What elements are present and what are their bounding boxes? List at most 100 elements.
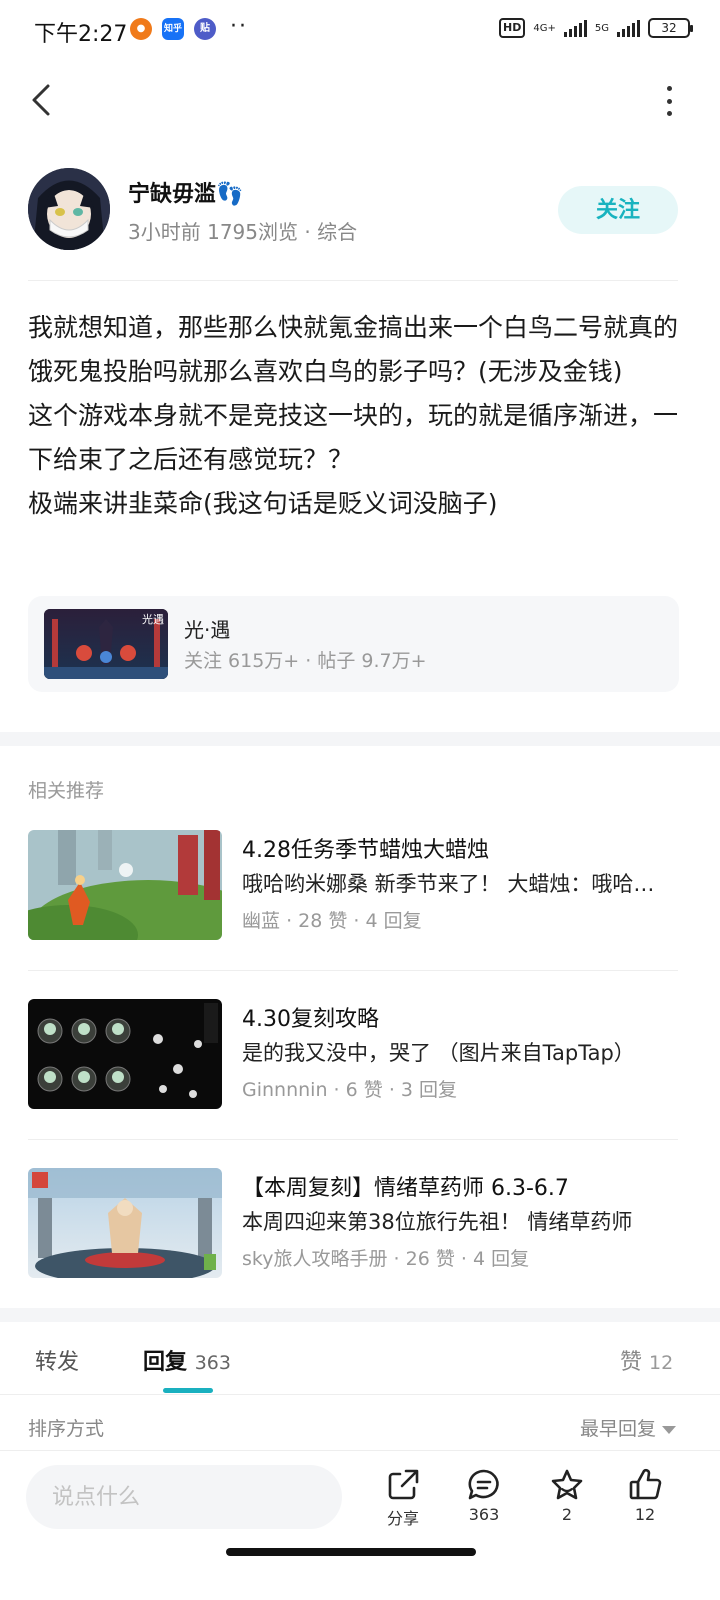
related-thumbnail xyxy=(28,999,222,1109)
share-button[interactable]: 分享 xyxy=(368,1467,438,1529)
forum-name: 光·遇 xyxy=(184,618,231,642)
network-label-2: 5G xyxy=(594,22,609,34)
related-thumbnail xyxy=(28,830,222,940)
tab-forward[interactable]: 转发 xyxy=(35,1344,79,1376)
related-item-summary: 是的我又没中，哭了 （图片来自TapTap） xyxy=(242,1041,635,1065)
like-count: 12 xyxy=(634,1505,656,1524)
favorite-count: 2 xyxy=(561,1505,573,1524)
section-separator xyxy=(0,1308,720,1322)
related-item-title: 【本周复刻】情绪草药师 6.3-6.7 xyxy=(242,1176,569,1201)
tab-reply-count: 363 xyxy=(194,1352,231,1374)
tab-reply[interactable]: 回复 363 xyxy=(143,1344,231,1376)
tieba-app-icon: 贴 xyxy=(194,18,216,40)
meta-separator: · xyxy=(388,1079,401,1101)
related-item-replies: 4 回复 xyxy=(472,1248,530,1270)
more-icon[interactable] xyxy=(662,86,676,116)
divider xyxy=(28,1139,678,1140)
favorite-button[interactable]: 2 xyxy=(532,1467,602,1524)
forum-posts: 帖子 9.7万+ xyxy=(317,650,427,672)
sort-label: 排序方式 xyxy=(28,1418,105,1440)
related-item-summary: 哦哈哟米娜桑 新季节来了！ 大蜡烛：哦哈哟米娜桑 新季节来了！ xyxy=(242,872,668,896)
share-label: 分享 xyxy=(386,1509,419,1528)
related-item-likes: 26 赞 xyxy=(405,1248,455,1270)
sort-value: 最早回复 xyxy=(579,1418,656,1440)
comment-button[interactable]: 363 xyxy=(449,1467,519,1524)
zhihu-app-icon: 知乎 xyxy=(162,18,184,40)
follow-button[interactable]: 关注 xyxy=(558,186,678,234)
comment-icon xyxy=(468,1469,499,1500)
related-item[interactable]: 【本周复刻】情绪草药师 6.3-6.7 本周四迎来第38位旅行先祖！ 情绪草药师… xyxy=(28,1168,679,1280)
tab-like-label: 赞 xyxy=(620,1350,643,1375)
post-category: 综合 xyxy=(317,220,358,244)
related-item-likes: 28 赞 xyxy=(298,910,348,932)
status-time: 下午2:27 xyxy=(34,22,128,47)
related-item-author: 幽蓝 xyxy=(242,910,281,932)
network-label-1: 4G+ xyxy=(533,22,556,34)
forum-thumbnail: 光遇 xyxy=(44,609,168,679)
forum-followers: 关注 615万+ xyxy=(184,650,300,672)
related-item[interactable]: 4.28任务季节蜡烛大蜡烛 哦哈哟米娜桑 新季节来了！ 大蜡烛：哦哈哟米娜桑 新… xyxy=(28,830,679,942)
forum-thumb-logo: 光遇 xyxy=(142,613,164,626)
signal-icon-2 xyxy=(617,19,640,37)
related-item-replies: 4 回复 xyxy=(365,910,422,932)
post-paragraph: 这个游戏本身就不是竞技这一块的，玩的就是循序渐进，一下给束了之后还有感觉玩？？ xyxy=(28,401,679,474)
caret-down-icon xyxy=(662,1425,676,1434)
signal-icon xyxy=(563,19,587,37)
like-button[interactable]: 12 xyxy=(610,1467,680,1524)
post-meta: 3小时前 1795浏览 · 综合 xyxy=(128,216,357,245)
sort-dropdown[interactable]: 最早回复 xyxy=(580,1414,676,1441)
related-item-title: 4.30复刻攻略 xyxy=(242,1007,379,1032)
share-icon xyxy=(388,1469,419,1500)
related-item[interactable]: 4.30复刻攻略 是的我又没中，哭了 （图片来自TapTap） Ginnnnin… xyxy=(28,999,679,1111)
post-time: 3小时前 xyxy=(128,220,201,244)
more-notifications-icon: ·· xyxy=(230,14,248,39)
forum-stats: 关注 615万+ · 帖子 9.7万+ xyxy=(184,646,427,673)
section-separator xyxy=(0,732,720,746)
meta-separator: · xyxy=(333,1079,346,1101)
post-body: 我就想知道，那些那么快就氪金搞出来一个白鸟二号就真的饿死鬼投胎吗就那么喜欢白鸟的… xyxy=(28,306,693,526)
meta-separator: · xyxy=(304,220,318,244)
related-section-title: 相关推荐 xyxy=(28,780,105,802)
avatar[interactable] xyxy=(28,168,110,250)
back-button[interactable] xyxy=(24,80,64,120)
related-item-meta: sky旅人攻略手册 · 26 赞 · 4 回复 xyxy=(242,1244,529,1271)
bottom-action-bar: 分享 363 2 12 xyxy=(0,1450,720,1600)
post-paragraph: 我就想知道，那些那么快就氪金搞出来一个白鸟二号就真的饿死鬼投胎吗就那么喜欢白鸟的… xyxy=(28,313,679,386)
tab-like-count: 12 xyxy=(649,1352,674,1374)
tab-indicator xyxy=(163,1388,213,1393)
meta-separator: · xyxy=(353,910,366,932)
pumpkin-icon: ● xyxy=(130,18,152,40)
meta-separator: · xyxy=(460,1248,473,1270)
comment-count: 363 xyxy=(468,1505,500,1524)
related-item-meta: 幽蓝 · 28 赞 · 4 回复 xyxy=(242,906,422,933)
stats-separator: · xyxy=(305,650,318,672)
post-paragraph: 极端来讲韭菜命(我这句话是贬义词没脑子) xyxy=(28,489,498,518)
status-bar: 下午2:27 ● 知乎 贴 ·· HD 4G+ 5G 32 xyxy=(0,0,720,62)
back-icon xyxy=(32,84,50,116)
meta-separator: · xyxy=(286,910,299,932)
tab-like[interactable]: 赞 12 xyxy=(620,1344,673,1376)
battery-icon: 32 xyxy=(648,18,693,38)
related-item-replies: 3 回复 xyxy=(400,1079,458,1101)
home-indicator[interactable] xyxy=(226,1548,476,1556)
divider xyxy=(28,280,678,281)
related-item-author: Ginnnnin xyxy=(242,1079,328,1101)
related-item-title: 4.28任务季节蜡烛大蜡烛 xyxy=(242,838,489,863)
star-icon xyxy=(551,1469,583,1500)
comment-input[interactable] xyxy=(26,1465,342,1529)
forum-card[interactable]: 光遇 光·遇 关注 615万+ · 帖子 9.7万+ xyxy=(28,596,679,692)
hd-badge: HD xyxy=(499,18,526,38)
related-item-summary: 本周四迎来第38位旅行先祖！ 情绪草药师 xyxy=(242,1210,633,1234)
post-views: 1795浏览 xyxy=(207,220,298,244)
related-item-meta: Ginnnnin · 6 赞 · 3 回复 xyxy=(242,1075,457,1102)
divider xyxy=(28,970,678,971)
meta-separator: · xyxy=(393,1248,406,1270)
thumbs-up-icon xyxy=(629,1468,662,1500)
tab-reply-label: 回复 xyxy=(143,1350,188,1375)
related-item-author: sky旅人攻略手册 xyxy=(242,1248,388,1270)
status-indicators: HD 4G+ 5G 32 xyxy=(499,18,693,38)
author-name[interactable]: 宁缺毋滥👣 xyxy=(128,176,243,208)
related-thumbnail xyxy=(28,1168,222,1278)
related-item-likes: 6 赞 xyxy=(345,1079,383,1101)
divider xyxy=(0,1394,720,1395)
